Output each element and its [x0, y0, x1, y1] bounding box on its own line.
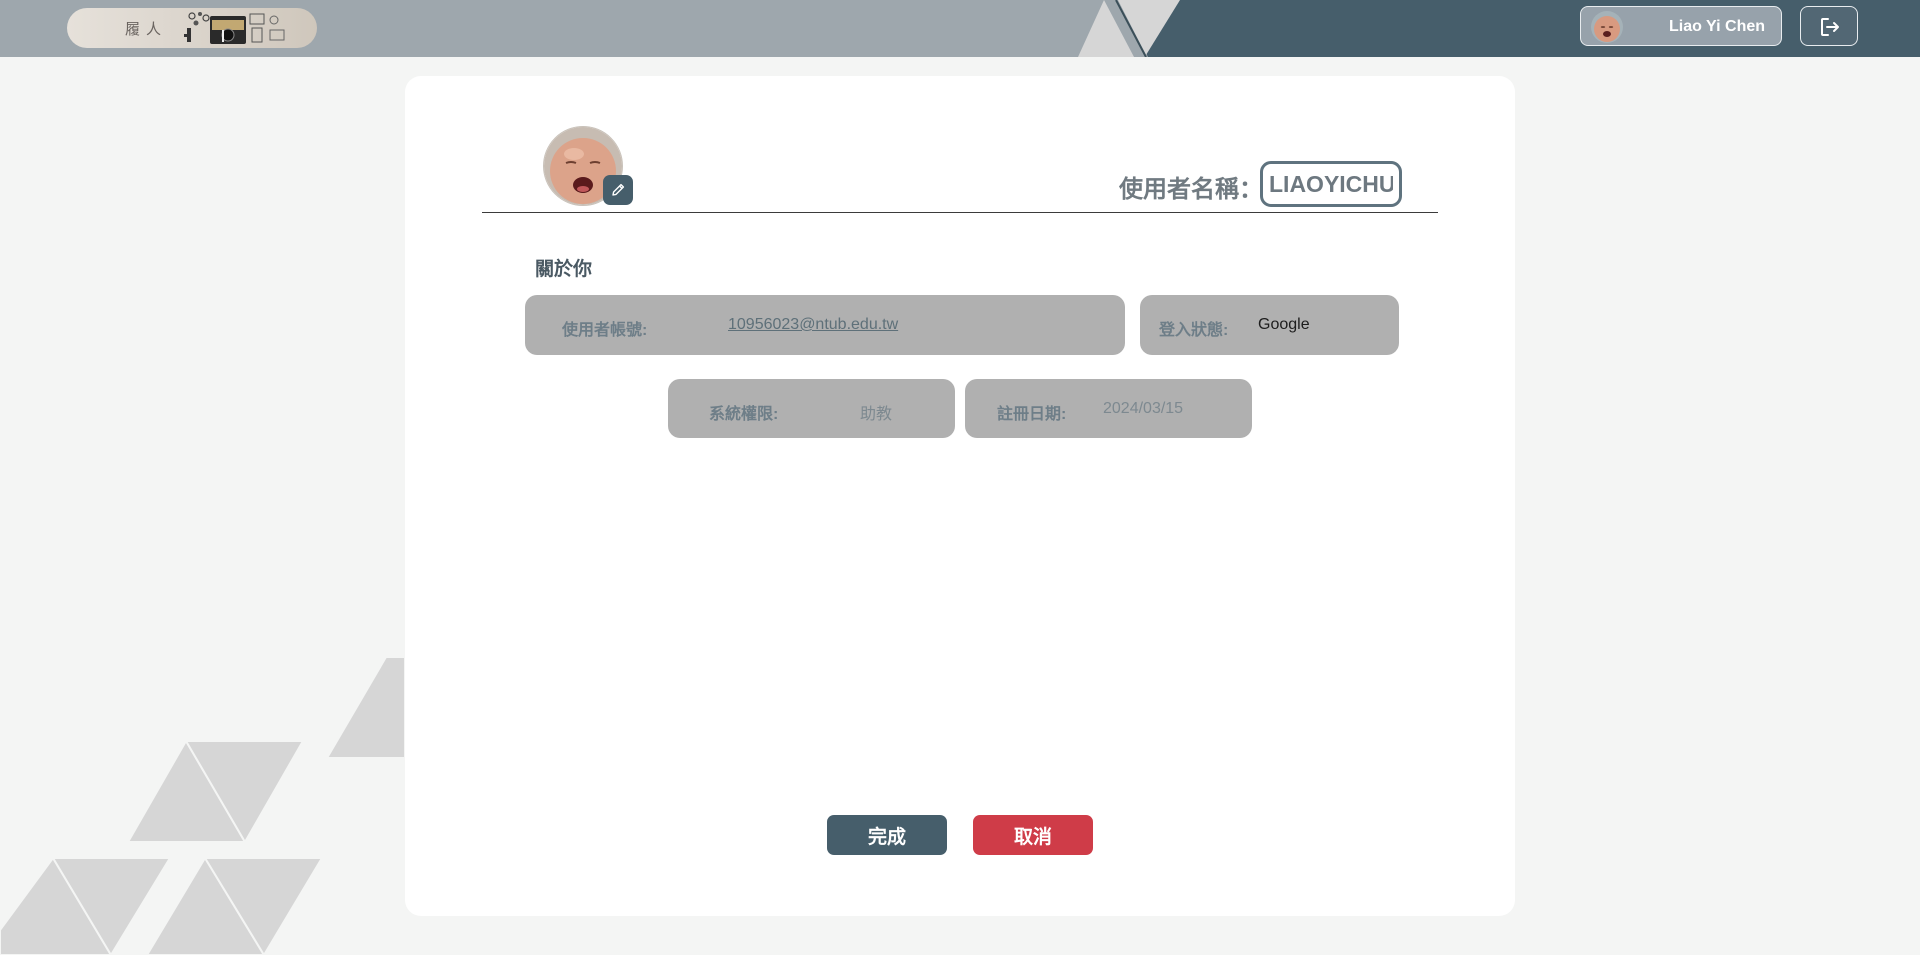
about-section-title: 關於你 — [535, 259, 593, 280]
login-status-value: Google — [1258, 316, 1310, 333]
user-name: Liao Yi Chen — [1669, 18, 1766, 35]
user-menu-button[interactable]: Liao Yi Chen — [1580, 6, 1782, 46]
pencil-icon — [612, 183, 625, 196]
cancel-button[interactable]: 取消 — [973, 815, 1093, 855]
username-label: 使用者名稱： — [1119, 176, 1263, 203]
register-date-field: 註冊日期: 2024/03/15 — [965, 379, 1252, 438]
account-label: 使用者帳號: — [562, 322, 648, 339]
profile-card: 使用者名稱： 關於你 使用者帳號: 10956023@ntub.edu.tw 登… — [405, 76, 1515, 916]
role-field: 系統權限: 助教 — [668, 379, 955, 438]
divider — [482, 212, 1438, 213]
logo-text: 履人 — [125, 20, 168, 38]
edit-avatar-button[interactable] — [603, 175, 633, 205]
site-logo[interactable]: 履人 — [67, 8, 317, 48]
role-label: 系統權限: — [709, 406, 779, 423]
register-date-label: 註冊日期: — [997, 406, 1067, 423]
role-value: 助教 — [860, 406, 893, 423]
account-field: 使用者帳號: 10956023@ntub.edu.tw — [525, 295, 1125, 355]
login-status-label: 登入狀態: — [1159, 322, 1229, 339]
top-navbar: 履人 Liao Yi Chen — [0, 0, 1920, 57]
confirm-button[interactable]: 完成 — [827, 815, 947, 855]
background-decoration — [0, 656, 406, 955]
account-email-link[interactable]: 10956023@ntub.edu.tw — [728, 316, 898, 334]
camera-logo-icon — [184, 12, 285, 44]
username-input[interactable] — [1260, 161, 1402, 207]
logout-icon — [1821, 18, 1839, 36]
login-status-field: 登入狀態: Google — [1140, 295, 1399, 355]
logout-button[interactable] — [1800, 6, 1858, 46]
user-avatar — [1591, 11, 1623, 43]
register-date-value: 2024/03/15 — [1103, 400, 1184, 417]
